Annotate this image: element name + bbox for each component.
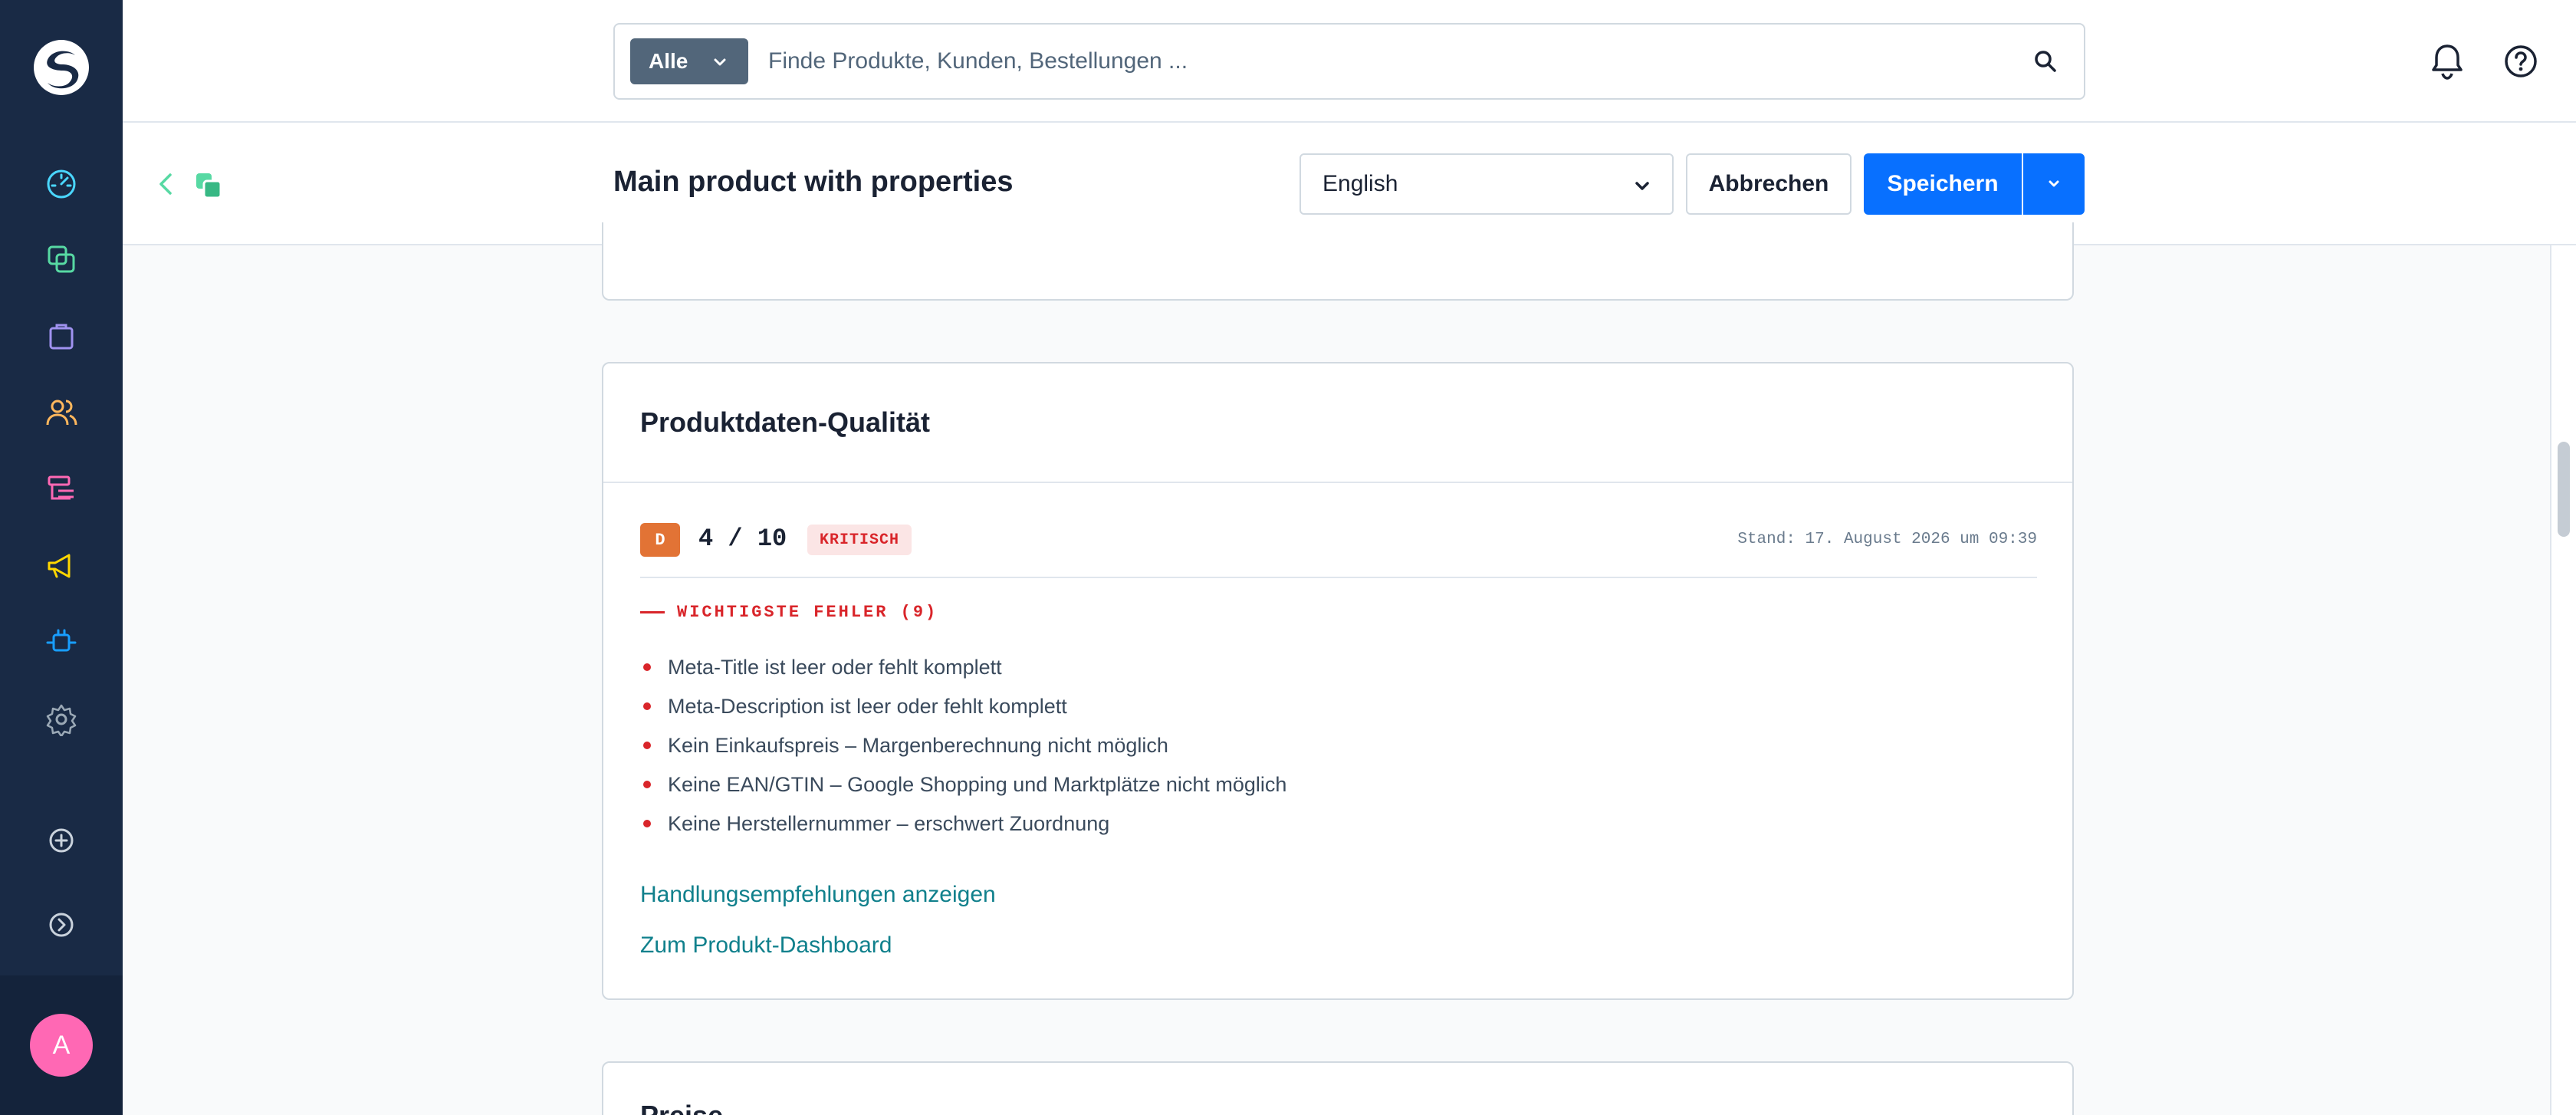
- errors-heading: WICHTIGSTE FEHLER (9): [640, 603, 938, 622]
- users-icon: [46, 400, 77, 426]
- help-icon[interactable]: [2502, 43, 2539, 80]
- search-input[interactable]: [768, 38, 1995, 84]
- search-type-select[interactable]: Alle: [630, 38, 748, 84]
- show-recommendations-link[interactable]: Handlungsempfehlungen anzeigen: [640, 882, 996, 908]
- product-dashboard-link[interactable]: Zum Produkt-Dashboard: [640, 932, 892, 959]
- save-options-button[interactable]: [2023, 153, 2085, 215]
- list-item: Keine Herstellernummer – erschwert Zuord…: [640, 810, 1286, 849]
- sidebar-item-orders[interactable]: [43, 317, 80, 354]
- card-title: Preise: [640, 1100, 723, 1115]
- product-module-icon: [196, 173, 222, 199]
- chevron-right-circle-icon: [49, 913, 74, 937]
- back-chevron-icon[interactable]: [155, 170, 178, 198]
- chevron-down-icon: [2049, 180, 2059, 187]
- quality-score: 4 / 10: [698, 525, 787, 553]
- plugin-icon: [46, 629, 77, 652]
- product-quality-card: Produktdaten-Qualität D 4 / 10 KRITISCH …: [602, 362, 2074, 1000]
- scrollbar-thumb[interactable]: [2558, 442, 2570, 537]
- megaphone-icon: [48, 554, 71, 578]
- add-extension-button[interactable]: [43, 822, 80, 859]
- content-scrollbar[interactable]: [2550, 245, 2576, 1115]
- top-bar: Alle: [123, 0, 2576, 123]
- save-button[interactable]: Speichern: [1864, 153, 2022, 215]
- gauge-icon: [47, 169, 76, 199]
- list-item: Kein Einkaufspreis – Margenberechnung ni…: [640, 732, 1286, 771]
- grade-badge: D: [640, 523, 680, 557]
- shopping-bag-icon: [49, 324, 74, 350]
- card-title: Produktdaten-Qualität: [640, 406, 931, 438]
- search-type-label: Alle: [649, 49, 688, 73]
- admin-sidebar: A: [0, 0, 123, 1115]
- page-title: Main product with properties: [613, 166, 1014, 198]
- cancel-button[interactable]: Abbrechen: [1686, 153, 1852, 215]
- content-list-icon: [48, 475, 74, 500]
- quality-timestamp: Stand: 17. August 2026 um 09:39: [1737, 531, 2037, 548]
- gear-icon: [46, 704, 77, 736]
- list-item: Meta-Description ist leer oder fehlt kom…: [640, 692, 1286, 732]
- expand-sidebar-button[interactable]: [43, 906, 80, 943]
- previous-card: [602, 222, 2074, 301]
- chevron-down-icon: [1635, 182, 1649, 190]
- bell-icon[interactable]: [2429, 41, 2466, 81]
- search-icon[interactable]: [2032, 48, 2059, 75]
- error-list: Meta-Title ist leer oder fehlt komplett …: [640, 653, 1286, 849]
- language-value: English: [1322, 171, 1398, 196]
- sidebar-item-settings[interactable]: [43, 701, 80, 738]
- list-item: Keine EAN/GTIN – Google Shopping und Mar…: [640, 771, 1286, 810]
- prices-card: Preise: [602, 1061, 2074, 1115]
- sidebar-item-dashboard[interactable]: [43, 164, 80, 201]
- sidebar-item-marketing[interactable]: [43, 548, 80, 584]
- layers-icon: [48, 245, 75, 273]
- user-avatar[interactable]: A: [30, 1014, 93, 1077]
- shopware-logo-icon[interactable]: [31, 37, 92, 98]
- quality-summary: D 4 / 10 KRITISCH Stand: 17. August 2026…: [640, 521, 2037, 558]
- card-header: Produktdaten-Qualität: [603, 363, 2072, 483]
- dash-icon: [640, 611, 665, 613]
- plus-circle-icon: [49, 828, 74, 853]
- sidebar-item-customers[interactable]: [43, 394, 80, 431]
- divider: [640, 577, 2037, 578]
- sidebar-item-content[interactable]: [43, 471, 80, 508]
- errors-heading-label: WICHTIGSTE FEHLER (9): [677, 603, 938, 622]
- list-item: Meta-Title ist leer oder fehlt komplett: [640, 653, 1286, 692]
- status-badge: KRITISCH: [807, 525, 912, 555]
- language-switch[interactable]: English: [1300, 153, 1674, 215]
- chevron-down-icon: [714, 58, 726, 66]
- sidebar-item-extensions[interactable]: [43, 624, 80, 661]
- sidebar-item-catalogues[interactable]: [43, 241, 80, 278]
- global-search: Alle: [613, 23, 2085, 100]
